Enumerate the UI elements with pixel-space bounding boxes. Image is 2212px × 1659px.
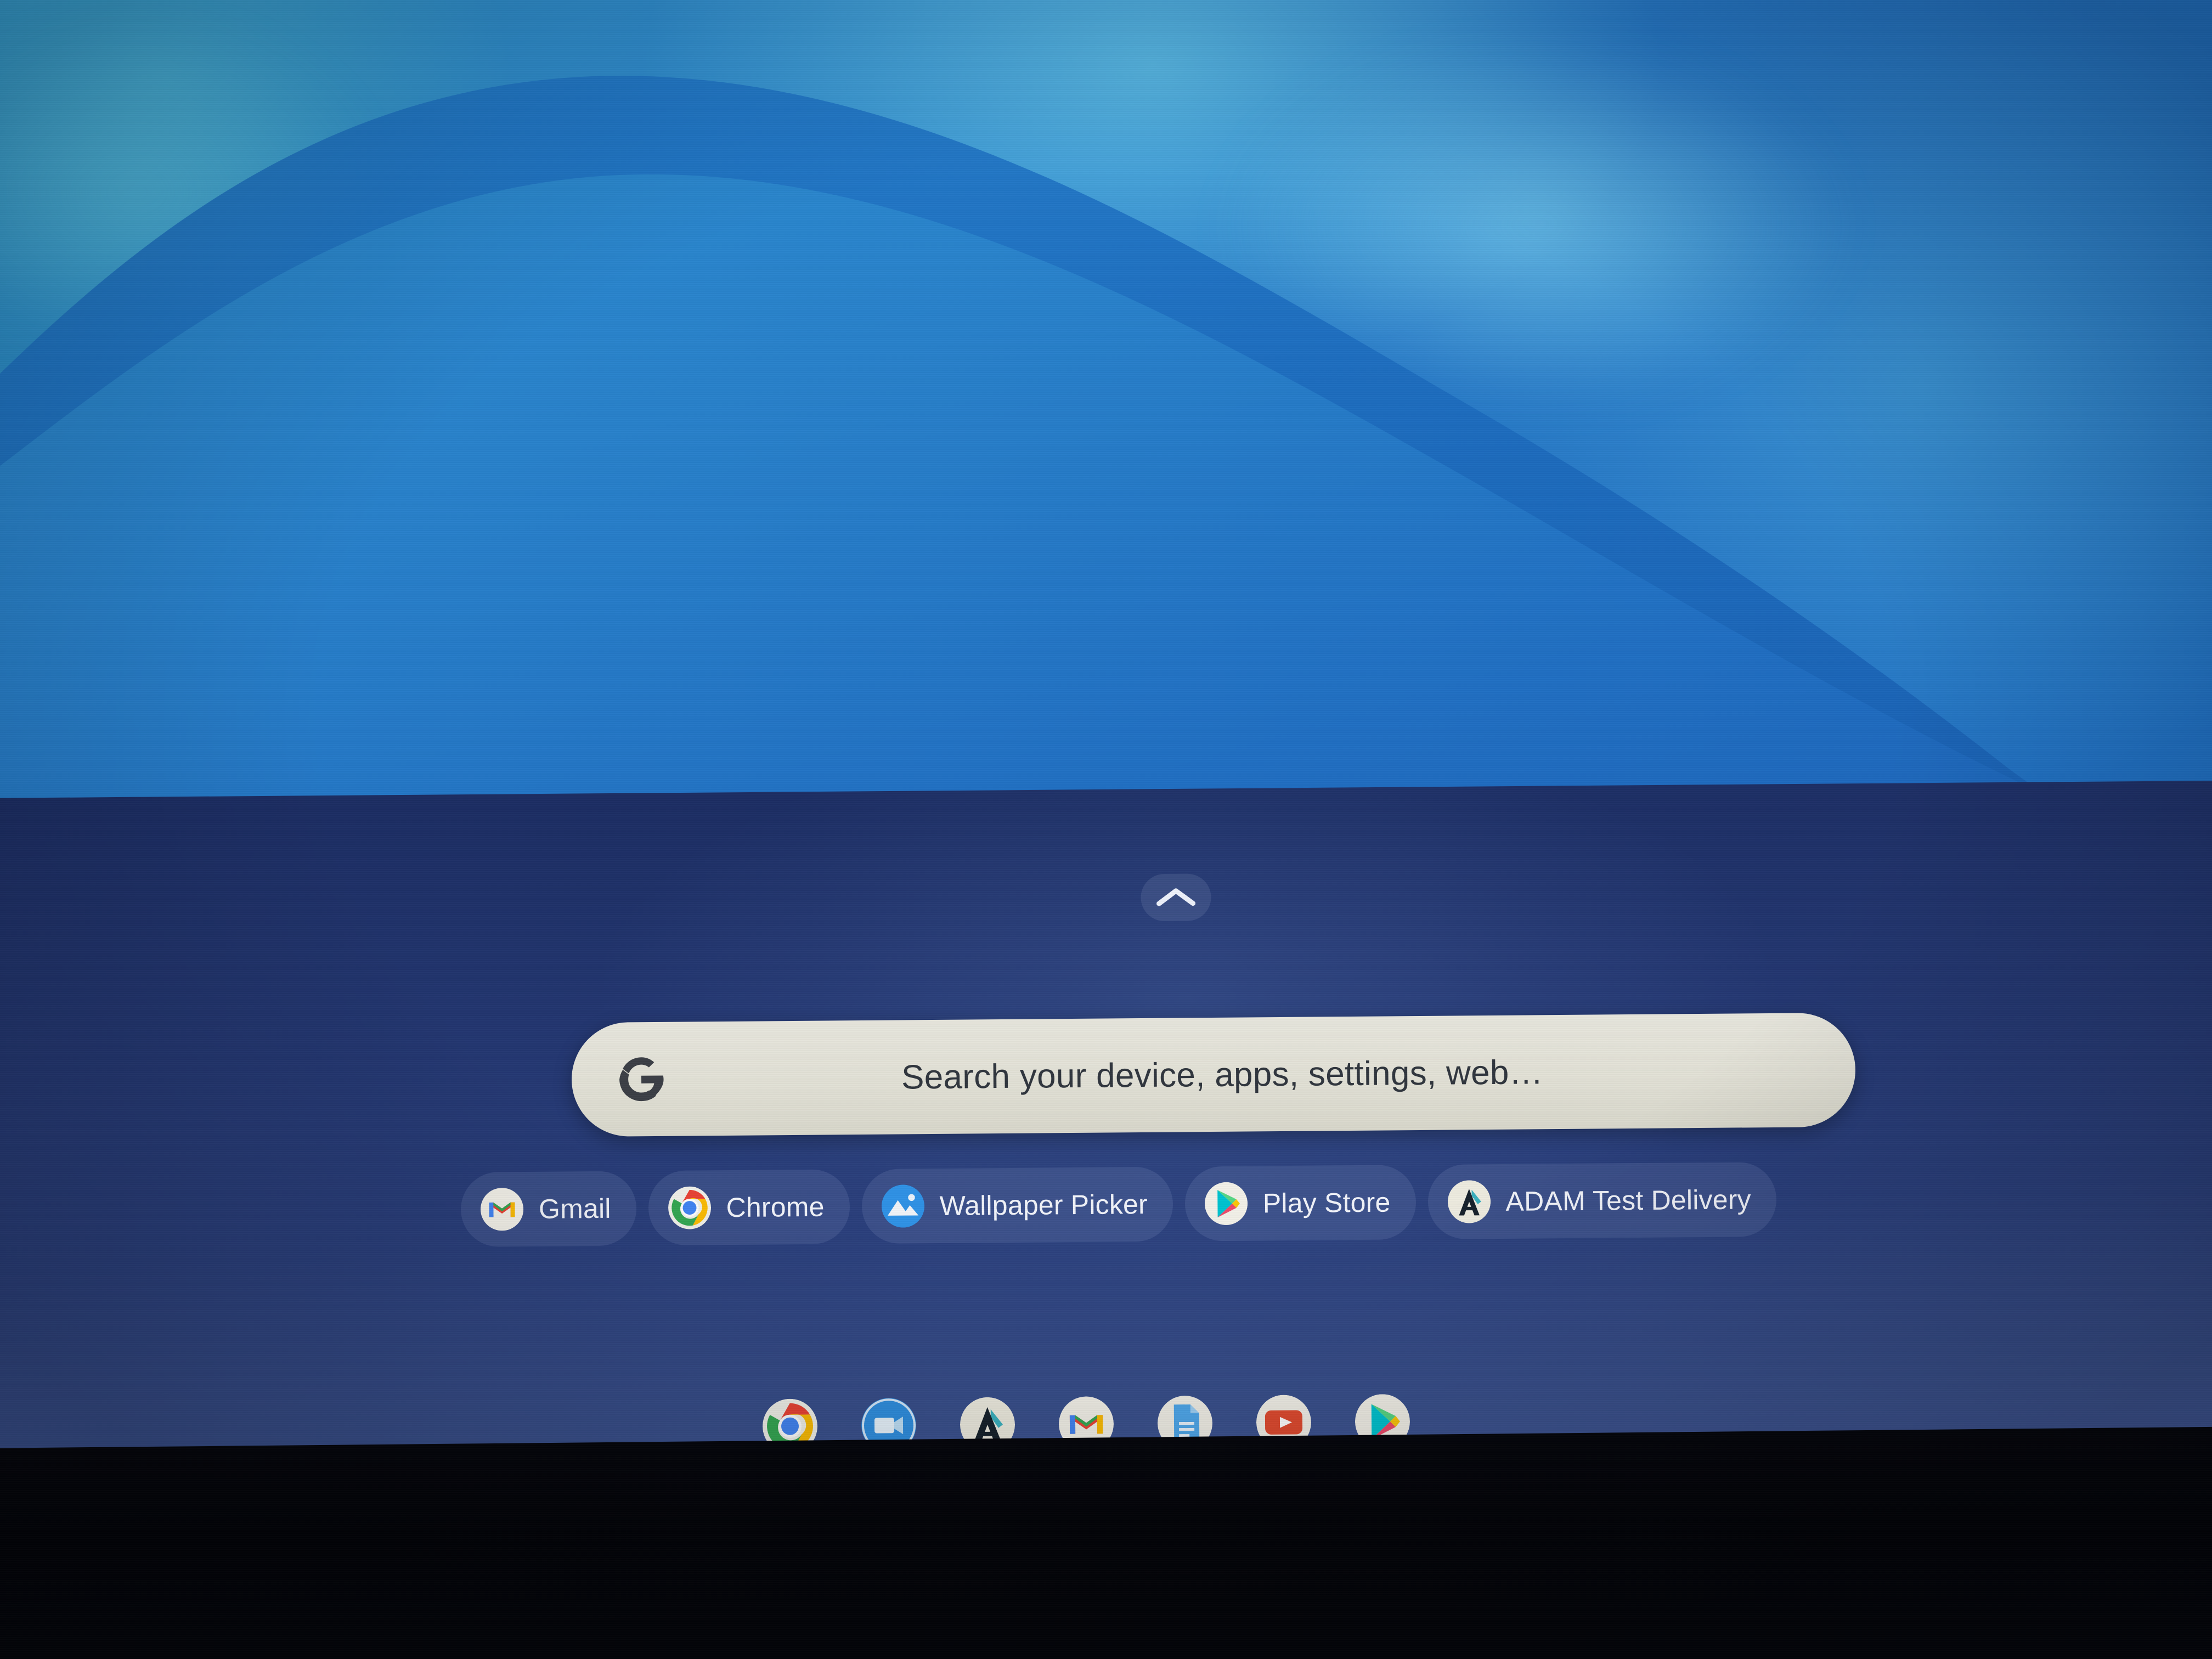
- google-g-icon: [611, 1055, 672, 1104]
- device-bezel: [0, 1426, 2212, 1659]
- chrome-icon: [668, 1186, 711, 1229]
- chevron-up-icon: [1156, 888, 1196, 906]
- suggestion-chip-chrome[interactable]: Chrome: [648, 1169, 850, 1246]
- wallpaper-wave-shape: [0, 76, 2107, 823]
- suggestion-chip-wallpaper-picker[interactable]: Wallpaper Picker: [861, 1166, 1173, 1244]
- wallpaper-picker-icon: [881, 1184, 924, 1228]
- desktop-wallpaper: [0, 0, 2212, 823]
- chromeos-screen: Search your device, apps, settings, web……: [0, 0, 2212, 1659]
- suggestion-chip-play-store[interactable]: Play Store: [1184, 1165, 1417, 1242]
- play-store-icon: [1204, 1182, 1248, 1226]
- suggestion-chip-label: Wallpaper Picker: [939, 1189, 1148, 1222]
- suggestion-chip-gmail[interactable]: Gmail: [460, 1171, 637, 1247]
- adam-icon: [1447, 1180, 1491, 1223]
- launcher-search-bar[interactable]: Search your device, apps, settings, web…: [571, 1012, 1856, 1137]
- suggested-apps-row: Gmail Chrome Wallpaper Picker Play Store…: [460, 1156, 1980, 1251]
- search-input-placeholder[interactable]: Search your device, apps, settings, web…: [672, 1051, 1773, 1098]
- gmail-icon: [480, 1187, 524, 1231]
- suggestion-chip-label: Play Store: [1262, 1187, 1391, 1219]
- expand-launcher-handle[interactable]: [1141, 873, 1211, 922]
- suggestion-chip-label: Gmail: [538, 1193, 611, 1224]
- suggestion-chip-adam-test-delivery[interactable]: ADAM Test Delivery: [1427, 1162, 1777, 1240]
- suggestion-chip-label: Chrome: [726, 1191, 825, 1223]
- suggestion-chip-label: ADAM Test Delivery: [1505, 1184, 1751, 1217]
